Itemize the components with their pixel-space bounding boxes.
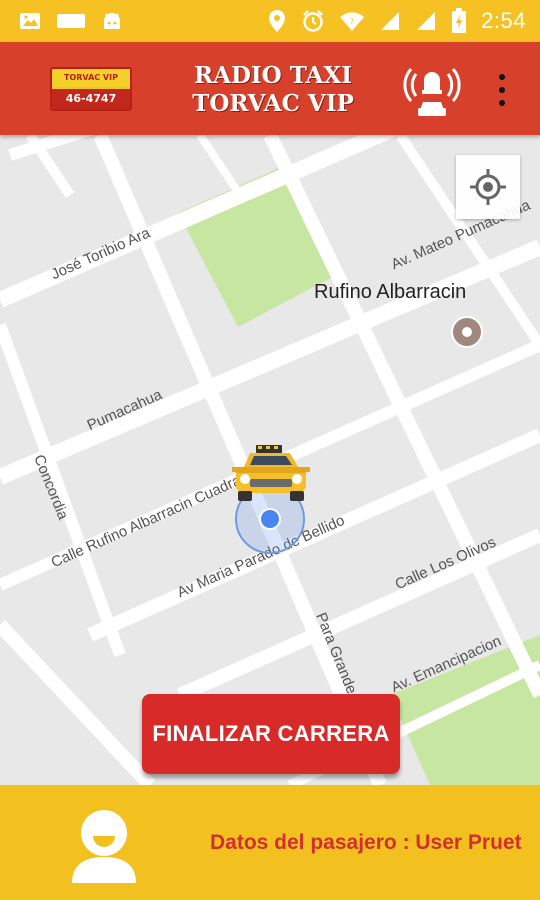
crosshair-icon xyxy=(470,169,506,205)
logo-brand: TORVAC VIP xyxy=(52,69,130,87)
poi-marker-icon[interactable] xyxy=(450,315,484,354)
app-bar: TORVAC VIP 46-4747 RADIO TAXI TORVAC VIP xyxy=(0,42,540,135)
signal-icon xyxy=(415,10,437,32)
finalizar-carrera-button[interactable]: FINALIZAR CARRERA xyxy=(142,694,400,774)
status-bar: ? 2:54 xyxy=(0,0,540,42)
sd-card-icon xyxy=(56,12,86,30)
battery-charging-icon xyxy=(451,8,467,34)
signal-icon xyxy=(379,10,401,32)
wifi-icon: ? xyxy=(339,10,365,32)
svg-text:?: ? xyxy=(350,17,354,26)
taxi-car-icon[interactable] xyxy=(232,441,310,518)
logo-phone: 46-4747 xyxy=(52,89,130,109)
user-avatar-icon xyxy=(68,807,140,883)
clock: 2:54 xyxy=(481,8,526,33)
image-icon xyxy=(18,10,42,32)
android-icon xyxy=(100,9,124,33)
notification-icons xyxy=(18,9,124,33)
passenger-bar: Datos del pasajero : User Pruet xyxy=(0,785,540,900)
app-title: RADIO TAXI TORVAC VIP xyxy=(168,62,378,118)
my-location-button[interactable] xyxy=(456,155,520,219)
passenger-info: Datos del pasajero : User Pruet xyxy=(210,831,522,854)
map-view[interactable]: José Toribio Ara Av. Mateo Pumacahua Pum… xyxy=(0,135,540,785)
alarm-taxi-icon[interactable] xyxy=(402,60,462,120)
app-title-line1: RADIO TAXI xyxy=(193,62,352,89)
app-title-line2: TORVAC VIP xyxy=(192,90,354,117)
system-icons: ? 2:54 xyxy=(267,8,526,34)
location-icon xyxy=(267,9,287,33)
alarm-icon xyxy=(301,9,325,33)
overflow-menu-icon[interactable] xyxy=(490,72,514,108)
poi-label: Rufino Albarracin xyxy=(314,281,467,303)
app-logo: TORVAC VIP 46-4747 xyxy=(50,67,132,111)
